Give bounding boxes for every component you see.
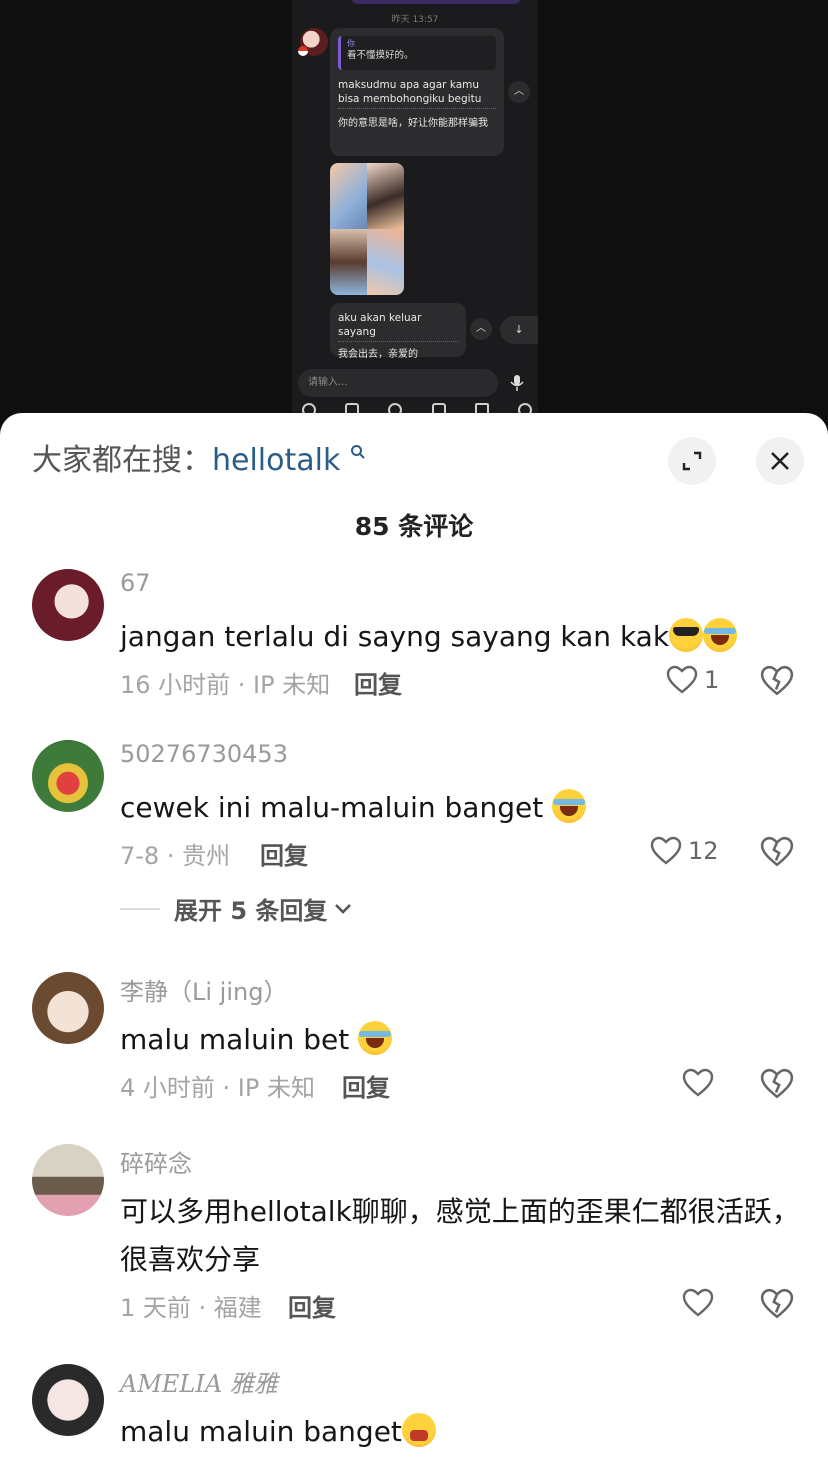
broken-heart-icon[interactable] (760, 836, 794, 868)
chat-bubble-quoted: 你 看不懂摸好的。 maksudmu apa agar kamu bisa me… (330, 28, 504, 156)
chat-input-field: 请输入... (298, 369, 498, 397)
comment-username[interactable]: AMELIA 雅雅 (120, 1364, 278, 1399)
arrow-down-icon: ↓ (500, 316, 538, 344)
bubble-original-text: aku akan keluar sayang (338, 311, 458, 342)
expand-button[interactable] (668, 437, 716, 485)
comment-text-content: cewek ini malu-maluin banget (120, 791, 553, 824)
comment-text-content: malu maluin banget (120, 1415, 402, 1448)
sunglasses-sweat-emoji (669, 618, 704, 652)
chat-top-bar (352, 0, 520, 4)
chat-timestamp: 昨天 13:57 (391, 15, 439, 25)
quote-block: 你 看不懂摸好的。 (338, 36, 496, 70)
close-icon (771, 452, 789, 470)
comment-sheet: 大家都在搜：hellotalk 85 条评论 67 jangan terlalu… (0, 413, 828, 1472)
like-button[interactable]: 1 (666, 665, 719, 695)
like-count: 12 (688, 837, 719, 865)
like-button[interactable]: 12 (650, 836, 719, 866)
laughing-crying-emoji (552, 789, 587, 823)
comment-username[interactable]: 50276730453 (120, 740, 288, 768)
comment-item: AMELIA 雅雅 malu maluin banget (0, 1364, 828, 1472)
avatar[interactable] (32, 569, 104, 641)
avatar[interactable] (32, 972, 104, 1044)
bubble-translation-text: 我会出去，亲爱的 (338, 349, 418, 360)
broken-heart-icon[interactable] (760, 1068, 794, 1100)
comment-text-content: malu maluin bet (120, 1023, 359, 1056)
expand-icon (682, 451, 702, 471)
chat-bubble: aku akan keluar sayang 我会出去，亲爱的 (330, 303, 466, 360)
expand-replies-label[interactable]: 展开 5 条回复 (174, 891, 327, 926)
like-button[interactable] (682, 1288, 714, 1318)
search-suggestion-keyword[interactable]: hellotalk (212, 443, 340, 478)
comment-item: 李静（Li jing） malu maluin bet 4 小时前 · IP 未… (0, 972, 828, 1112)
broken-heart-icon[interactable] (760, 1288, 794, 1320)
heart-icon (682, 1068, 714, 1097)
chat-avatar (298, 28, 328, 56)
quote-text: 看不懂摸好的。 (347, 50, 414, 61)
heart-icon (666, 665, 698, 694)
comment-text: malu maluin bet (120, 1016, 800, 1064)
comment-text-content: jangan terlalu di sayng sayang kan kak (120, 620, 670, 653)
comment-meta: 1 天前 · 福建 (120, 1294, 262, 1322)
reply-button[interactable]: 回复 (288, 1288, 336, 1323)
squinting-laugh-emoji (401, 1413, 436, 1447)
comment-meta: 4 小时前 · IP 未知 (120, 1074, 315, 1102)
photo-thumb (367, 229, 404, 295)
comment-item: 67 jangan terlalu di sayng sayang kan ka… (0, 569, 828, 709)
comment-meta: 7-8 · 贵州 (120, 842, 231, 870)
comment-text: jangan terlalu di sayng sayang kan kak (120, 613, 800, 661)
comment-item: 碎碎念 可以多用hellotalk聊聊，感觉上面的歪果仁都很活跃，很喜欢分享 1… (0, 1144, 828, 1334)
laughing-crying-emoji (703, 618, 738, 652)
reply-button[interactable]: 回复 (354, 665, 402, 700)
comment-meta: 16 小时前 · IP 未知 (120, 671, 331, 699)
chat-photo-grid (330, 163, 404, 295)
like-count: 1 (704, 666, 720, 694)
divider (120, 907, 160, 910)
avatar[interactable] (32, 1364, 104, 1436)
comment-text: malu maluin banget (120, 1408, 800, 1456)
quote-author: 你 (347, 39, 355, 48)
reply-button[interactable]: 回复 (342, 1068, 390, 1103)
comment-username[interactable]: 67 (120, 569, 151, 597)
microphone-icon (510, 375, 524, 391)
comment-text: cewek ini malu-maluin banget (120, 784, 800, 832)
search-suggestion[interactable]: 大家都在搜：hellotalk (32, 443, 366, 479)
comment-count-title: 85 条评论 (354, 512, 474, 541)
chevron-down-icon (335, 903, 352, 914)
avatar[interactable] (32, 740, 104, 812)
comment-text: 可以多用hellotalk聊聊，感觉上面的歪果仁都很活跃，很喜欢分享 (120, 1195, 800, 1276)
photo-thumb (367, 163, 404, 229)
avatar[interactable] (32, 1144, 104, 1216)
like-button[interactable] (682, 1068, 714, 1098)
broken-heart-icon[interactable] (760, 665, 794, 697)
expand-replies[interactable]: 展开 5 条回复 (120, 891, 353, 926)
video-player[interactable]: 昨天 13:57 你 看不懂摸好的。 maksudmu apa agar kam… (0, 0, 828, 420)
close-button[interactable] (756, 437, 804, 485)
chevron-up-icon: ︿ (508, 81, 530, 103)
heart-icon (682, 1288, 714, 1317)
reply-button[interactable]: 回复 (260, 836, 308, 871)
chevron-up-icon: ︿ (470, 318, 492, 340)
photo-thumb (330, 163, 367, 229)
heart-icon (650, 836, 682, 865)
bubble-translation-text: 你的意思是啥，好让你能那样骗我 (338, 118, 488, 129)
comment-username[interactable]: 李静（Li jing） (120, 972, 287, 1007)
bubble-original-text: maksudmu apa agar kamu bisa membohongiku… (338, 78, 496, 109)
search-suggestion-prefix: 大家都在搜： (32, 443, 212, 478)
laughing-crying-emoji (358, 1021, 393, 1055)
comment-username[interactable]: 碎碎念 (120, 1144, 192, 1179)
search-icon (350, 445, 365, 459)
photo-thumb (330, 229, 367, 295)
flag-icon (298, 46, 308, 56)
video-chat-screenshot: 昨天 13:57 你 看不懂摸好的。 maksudmu apa agar kam… (292, 0, 538, 420)
